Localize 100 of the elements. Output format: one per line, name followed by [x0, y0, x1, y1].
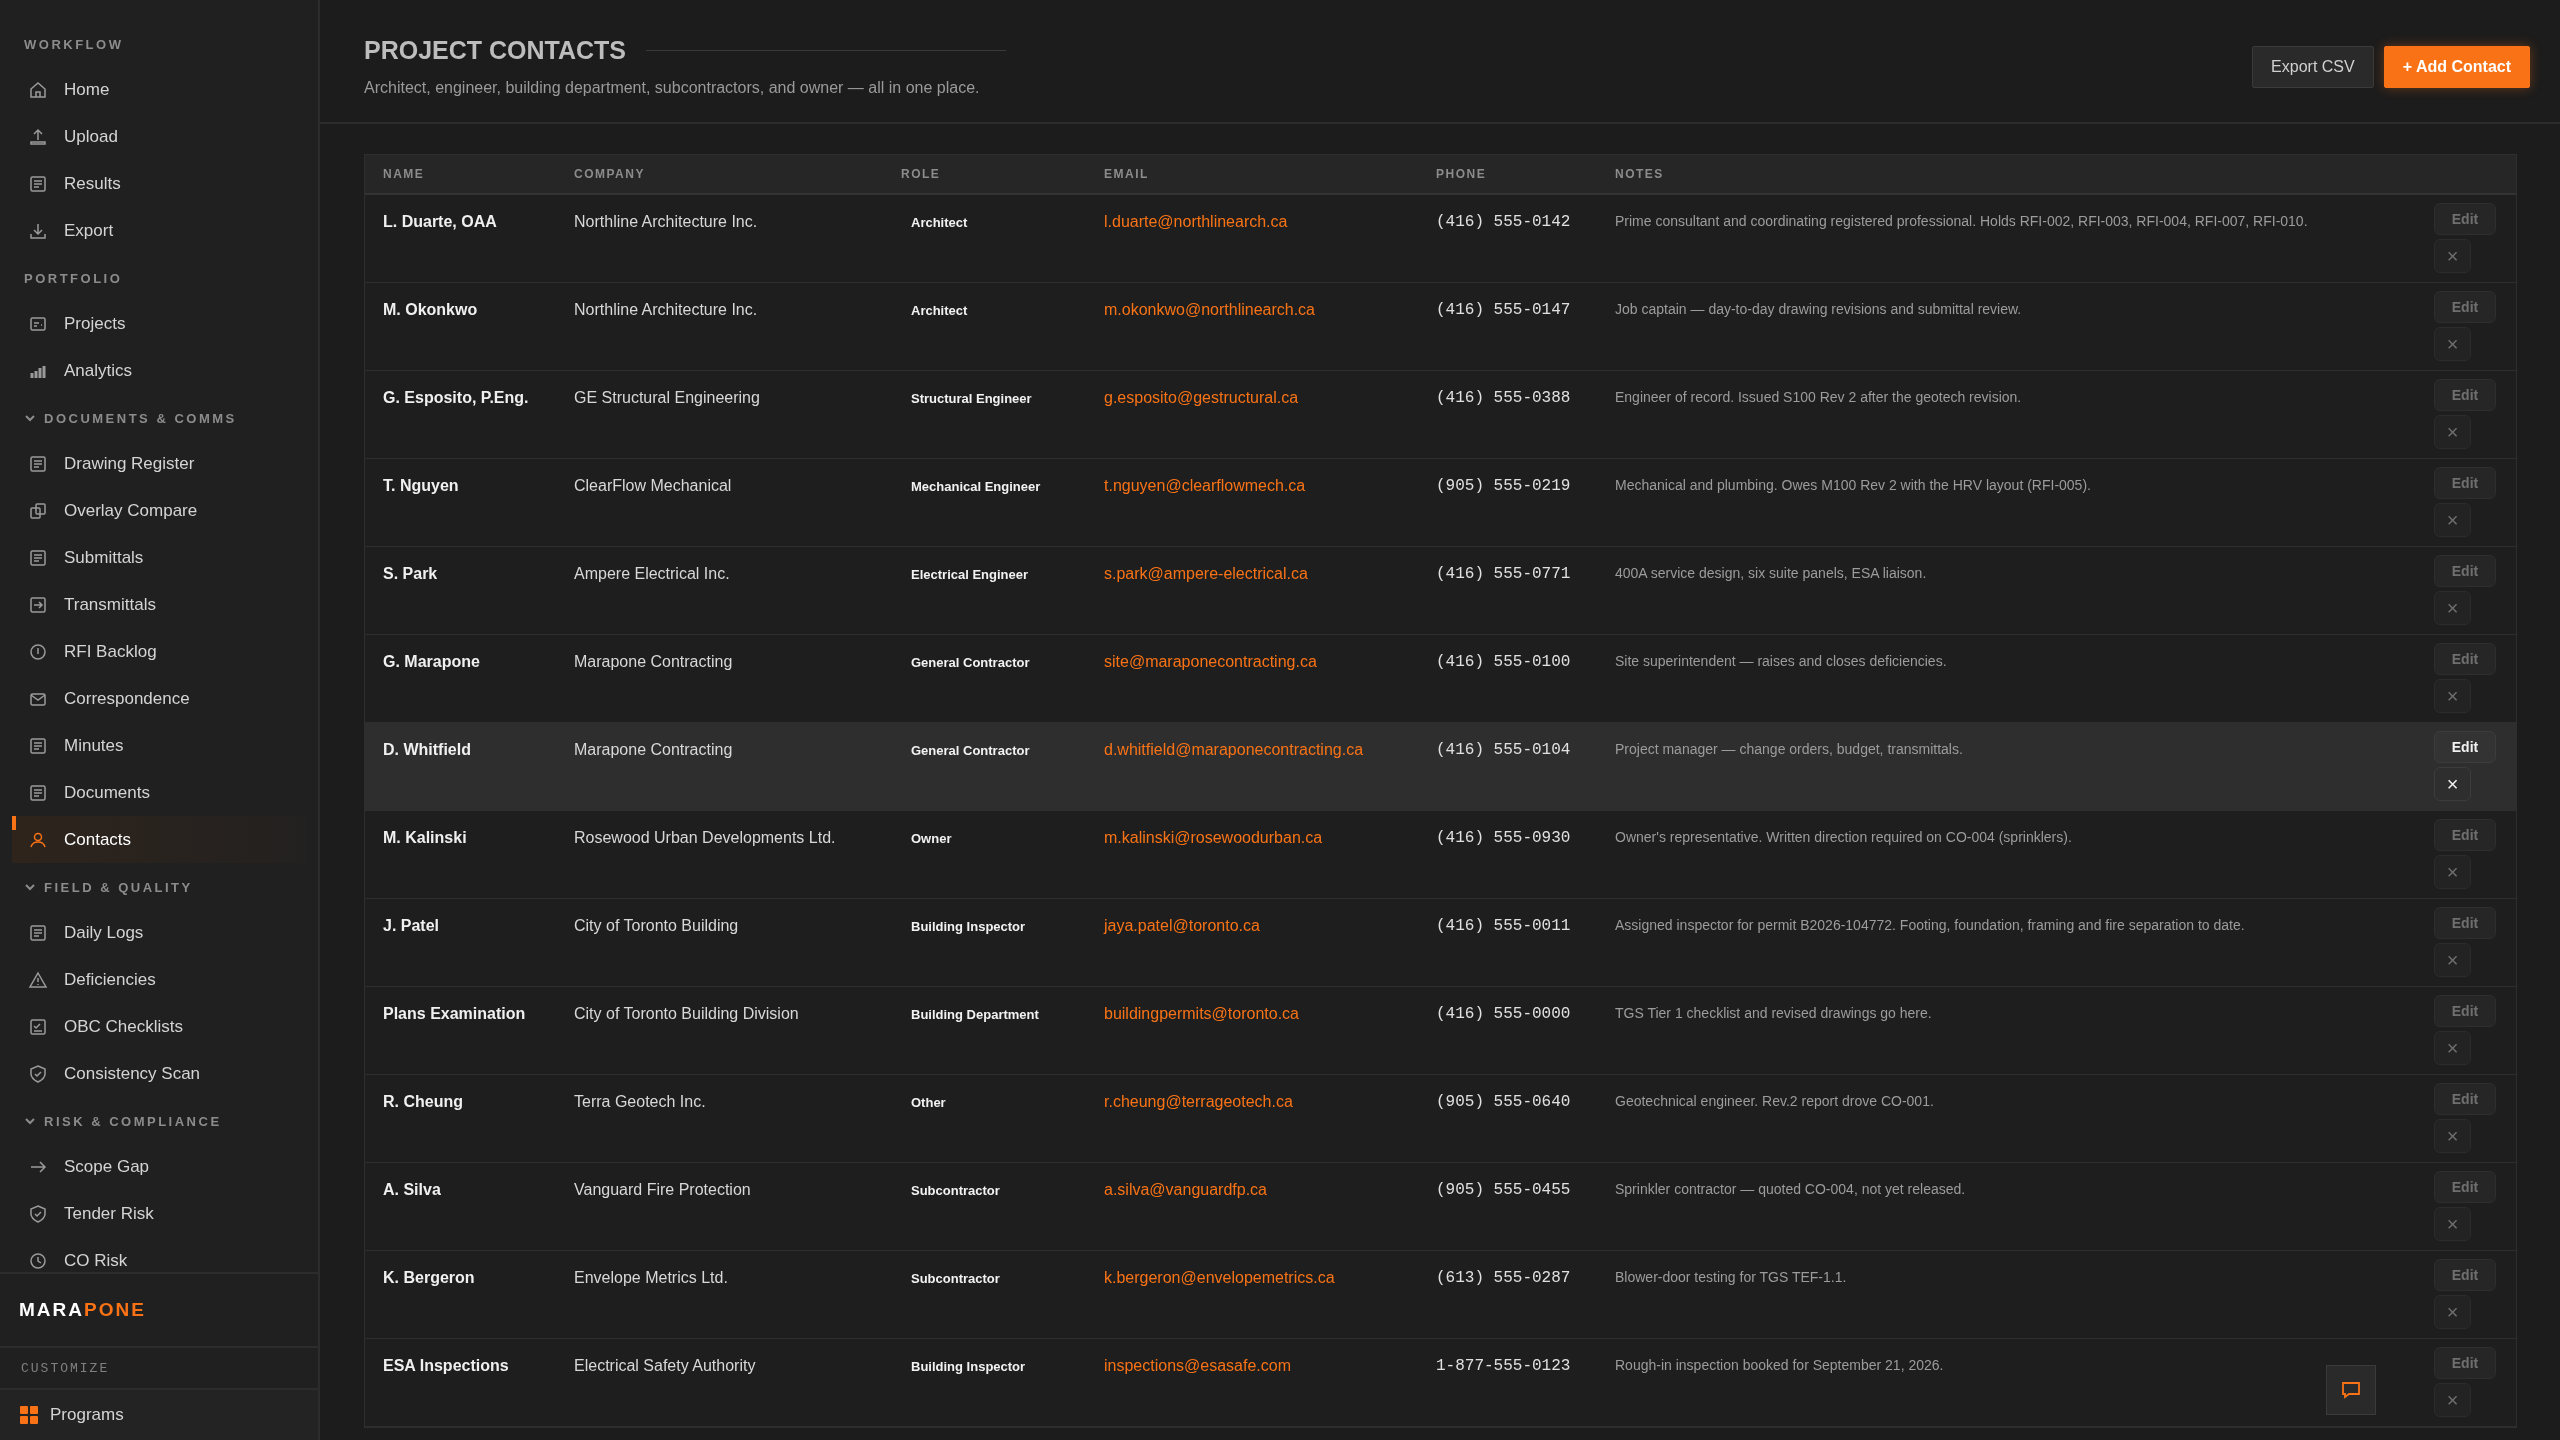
- role-label: Building Inspector: [910, 918, 1027, 934]
- email-link[interactable]: d.whitfield@maraponecontracting.ca: [1104, 723, 1436, 759]
- nav-item[interactable]: Overlay Compare: [12, 487, 306, 534]
- column-header: COMPANY: [574, 167, 646, 181]
- document-icon: [28, 735, 48, 756]
- delete-button[interactable]: ×: [2434, 415, 2471, 449]
- contact-row[interactable]: A. Silva Vanguard Fire Protection Subcontractor a.silva@vanguardfp.ca (905) 555-0455 Sprinkler contractor — quoted CO-004, not yet released. Edit ×: [365, 1163, 2516, 1251]
- nav-item[interactable]: Transmittals: [12, 581, 306, 628]
- nav-item[interactable]: OBC Checklists: [12, 1003, 306, 1050]
- nav-item[interactable]: Export: [12, 207, 306, 254]
- delete-button[interactable]: ×: [2434, 1119, 2471, 1153]
- notes-text: TGS Tier 1 checklist and revised drawings go here.: [1615, 1004, 1933, 1021]
- nav-item[interactable]: Results: [12, 160, 306, 207]
- contact-row[interactable]: M. Kalinski Rosewood Urban Developments Ltd. Owner m.kalinski@rosewoodurban.ca (416) 555-0930 Owner's representative. Written direction required on CO-004 (sprinklers). Edit ×: [365, 811, 2516, 899]
- delete-button[interactable]: ×: [2434, 1295, 2471, 1329]
- nav-item[interactable]: Projects: [12, 300, 306, 347]
- contact-row[interactable]: Plans Examination City of Toronto Building Division Building Department buildingpermits@toronto.ca (416) 555-0000 TGS Tier 1 checklist and revised drawings go here. Edit ×: [365, 987, 2516, 1075]
- contact-row[interactable]: J. Patel City of Toronto Building Building Inspector jaya.patel@toronto.ca (416) 555-0011 Assigned inspector for permit B2026-104772. Footing, foundation, framing and fire separation to date. Edit ×: [365, 899, 2516, 987]
- email-link[interactable]: buildingpermits@toronto.ca: [1104, 987, 1436, 1023]
- contact-row[interactable]: K. Bergeron Envelope Metrics Ltd. Subcontractor k.bergeron@envelopemetrics.ca (613) 555-0287 Blower-door testing for TGS TEF-1.1. Edit ×: [365, 1251, 2516, 1339]
- role-label: Other: [910, 1094, 947, 1110]
- company-name: Northline Architecture Inc.: [574, 300, 759, 319]
- delete-button[interactable]: ×: [2434, 679, 2471, 713]
- contact-name: M. Okonkwo: [383, 300, 479, 319]
- email-link[interactable]: t.nguyen@clearflowmech.ca: [1104, 459, 1436, 495]
- email-link[interactable]: k.bergeron@envelopemetrics.ca: [1104, 1251, 1436, 1287]
- document-icon: [28, 453, 48, 474]
- delete-button[interactable]: ×: [2434, 591, 2471, 625]
- email-link[interactable]: r.cheung@terrageotech.ca: [1104, 1075, 1436, 1111]
- nav-item[interactable]: Scope Gap: [12, 1143, 306, 1190]
- email-link[interactable]: jaya.patel@toronto.ca: [1104, 899, 1436, 935]
- section-heading: CUSTOMIZE: [21, 1360, 110, 1376]
- chevron-icon[interactable]: [24, 881, 36, 893]
- nav-item[interactable]: Daily Logs: [12, 909, 306, 956]
- delete-button[interactable]: ×: [2434, 503, 2471, 537]
- contact-row[interactable]: M. Okonkwo Northline Architecture Inc. Architect m.okonkwo@northlinearch.ca (416) 555-0147 Job captain — day-to-day drawing revisions and submittal review. Edit ×: [365, 283, 2516, 371]
- nav-item[interactable]: Deficiencies: [12, 956, 306, 1003]
- delete-button[interactable]: ×: [2434, 943, 2471, 977]
- email-link[interactable]: m.kalinski@rosewoodurban.ca: [1104, 811, 1436, 847]
- nav-item[interactable]: Home: [12, 66, 306, 113]
- chevron-icon[interactable]: [24, 412, 36, 424]
- delete-button[interactable]: ×: [2434, 1031, 2471, 1065]
- email-link[interactable]: l.duarte@northlinearch.ca: [1104, 195, 1436, 231]
- export-button[interactable]: Export CSV: [2252, 46, 2374, 88]
- delete-button[interactable]: ×: [2434, 239, 2471, 273]
- chevron-icon[interactable]: [24, 1115, 36, 1127]
- company-name: Marapone Contracting: [574, 740, 734, 759]
- contact-name: D. Whitfield: [383, 740, 472, 759]
- column-header: NOTES: [1615, 167, 1665, 181]
- email-link[interactable]: site@maraponecontracting.ca: [1104, 635, 1436, 671]
- nav-item[interactable]: Consistency Scan: [12, 1050, 306, 1097]
- contact-row[interactable]: R. Cheung Terra Geotech Inc. Other r.cheung@terrageotech.ca (905) 555-0640 Geotechnical engineer. Rev.2 report drove CO-001. Edit ×: [365, 1075, 2516, 1163]
- email-link[interactable]: g.esposito@gestructural.ca: [1104, 371, 1436, 407]
- contact-name: L. Duarte, OAA: [383, 212, 498, 231]
- nav-item[interactable]: Minutes: [12, 722, 306, 769]
- column-header: PHONE: [1436, 167, 1488, 181]
- phone-number: 1-877-555-0123: [1436, 1356, 1572, 1375]
- phone-number: (416) 555-0011: [1436, 916, 1572, 935]
- notes-text: Blower-door testing for TGS TEF-1.1.: [1615, 1268, 1848, 1285]
- notes-text: Project manager — change orders, budget, transmittals.: [1615, 740, 1964, 757]
- delete-button[interactable]: ×: [2434, 767, 2471, 801]
- notes-text: Rough-in inspection booked for September 21, 2026.: [1615, 1356, 1945, 1373]
- notes-text: Assigned inspector for permit B2026-104772. Footing, foundation, framing and fire separation to date.: [1615, 916, 2246, 933]
- delete-button[interactable]: ×: [2434, 327, 2471, 361]
- nav-item[interactable]: Correspondence: [12, 675, 306, 722]
- nav-item[interactable]: RFI Backlog: [12, 628, 306, 675]
- nav-item[interactable]: Drawing Register: [12, 440, 306, 487]
- nav-item[interactable]: Contacts: [12, 816, 306, 863]
- nav-item[interactable]: Tender Risk: [12, 1190, 306, 1237]
- nav-item[interactable]: Analytics: [12, 347, 306, 394]
- delete-button[interactable]: ×: [2434, 855, 2471, 889]
- notes-text: Geotechnical engineer. Rev.2 report drove CO-001.: [1615, 1092, 1935, 1109]
- phone-number: (905) 555-0219: [1436, 476, 1572, 495]
- nav-item[interactable]: Upload: [12, 113, 306, 160]
- role-label: Structural Engineer: [910, 390, 1033, 406]
- nav-item[interactable]: Documents: [12, 769, 306, 816]
- role-label: Building Department: [910, 1006, 1040, 1022]
- delete-button[interactable]: ×: [2434, 1383, 2471, 1417]
- contact-row[interactable]: S. Park Ampere Electrical Inc. Electrical Engineer s.park@ampere-electrical.ca (416) 555-0771 400A service design, six suite panels, ESA liaison. Edit ×: [365, 547, 2516, 635]
- email-link[interactable]: m.okonkwo@northlinearch.ca: [1104, 283, 1436, 319]
- section-heading: DOCUMENTS & COMMS: [44, 410, 237, 426]
- document-icon: [28, 922, 48, 943]
- notes-text: Sprinkler contractor — quoted CO-004, not yet released.: [1615, 1180, 1967, 1197]
- upload-icon: [28, 126, 48, 147]
- company-name: Northline Architecture Inc.: [574, 212, 759, 231]
- notes-text: Prime consultant and coordinating registered professional. Holds RFI-002, RFI-003, RFI-004, RFI-007, RFI-010.: [1615, 212, 2309, 229]
- email-link[interactable]: s.park@ampere-electrical.ca: [1104, 547, 1436, 583]
- email-link[interactable]: a.silva@vanguardfp.ca: [1104, 1163, 1436, 1199]
- contact-row[interactable]: D. Whitfield Marapone Contracting General Contractor d.whitfield@maraponecontracting.ca (416) 555-0104 Project manager — change orders, budget, transmittals. Edit ×: [365, 723, 2516, 811]
- notes-text: Owner's representative. Written direction required on CO-004 (sprinklers).: [1615, 828, 2073, 845]
- nav-item[interactable]: Submittals: [12, 534, 306, 581]
- edit-button[interactable]: Edit: [2434, 731, 2496, 763]
- delete-button[interactable]: ×: [2434, 1207, 2471, 1241]
- contact-row[interactable]: G. Esposito, P.Eng. GE Structural Engineering Structural Engineer g.esposito@gestructural.ca (416) 555-0388 Engineer of record. Issued S100 Rev 2 after the geotech revision. Edit ×: [365, 371, 2516, 459]
- chat-button[interactable]: [2326, 1365, 2376, 1415]
- checklist-icon: [28, 1016, 48, 1037]
- nav-item[interactable]: CO Risk: [12, 1237, 306, 1272]
- column-header: ROLE: [901, 167, 942, 181]
- email-link[interactable]: inspections@esasafe.com: [1104, 1339, 1436, 1375]
- contact-row[interactable]: T. Nguyen ClearFlow Mechanical Mechanical Engineer t.nguyen@clearflowmech.ca (905) 555-0219 Mechanical and plumbing. Owes M100 Rev 2 with the HRV layout (RFI-005). Edit ×: [365, 459, 2516, 547]
